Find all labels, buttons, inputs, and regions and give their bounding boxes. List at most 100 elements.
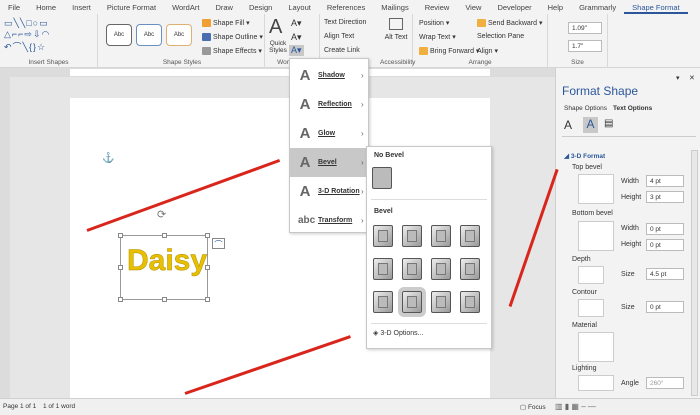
depth-size-input[interactable]: 4.5 pt — [646, 268, 684, 280]
material-dropdown[interactable] — [578, 332, 614, 362]
format-shape-pane: Format Shape ▾ ✕ Shape Options Text Opti… — [555, 68, 700, 398]
tab-layout[interactable]: Layout — [280, 0, 319, 14]
shape-height-input[interactable]: 1.09" — [568, 22, 602, 34]
layout-options-icon[interactable]: ⌒ — [212, 238, 225, 249]
depth-label: Depth — [572, 256, 591, 263]
menu-item-bevel[interactable]: A Bevel › — [290, 148, 369, 177]
tab-design[interactable]: Design — [241, 0, 280, 14]
text-direction-button[interactable]: Text Direction — [324, 19, 366, 26]
bevel-preset[interactable] — [373, 291, 393, 313]
tab-references[interactable]: References — [319, 0, 373, 14]
textbox-icon[interactable]: ▤ — [604, 118, 613, 129]
bottom-height-label: Height — [621, 241, 642, 248]
send-backward-button[interactable]: Send Backward ▾ — [477, 19, 543, 28]
alt-text-button[interactable]: Alt Text — [383, 34, 409, 41]
bevel-preset[interactable] — [431, 258, 451, 280]
shape-fill-button[interactable]: Shape Fill ▾ — [202, 19, 250, 28]
text-outline-button[interactable]: A▾ — [291, 32, 302, 43]
angle-input[interactable]: 260° — [646, 377, 684, 389]
text-fill-outline-icon[interactable]: A — [564, 118, 572, 132]
pane-title: Format Shape — [562, 84, 639, 98]
angle-label: Angle — [621, 380, 639, 387]
focus-button[interactable]: ▢ Focus — [520, 403, 546, 411]
depth-color-dropdown[interactable] — [578, 266, 604, 284]
bevel-preset[interactable] — [460, 225, 480, 247]
shapes-gallery[interactable]: ▭╲╲□○▭ △⌐⌐⇨⇩◠ ↶⌒╲{}☆ — [4, 18, 50, 53]
text-fill-button[interactable]: A▾ — [291, 18, 302, 29]
pane-scrollbar[interactable] — [691, 150, 698, 396]
text-effects-button[interactable]: A▾ — [289, 45, 304, 56]
3d-format-section[interactable]: ◢ 3-D Format — [564, 152, 605, 160]
bottom-bevel-label: Bottom bevel — [572, 210, 613, 217]
no-bevel-option[interactable] — [372, 167, 392, 189]
3d-options-button[interactable]: ◈ 3-D Options... — [373, 329, 424, 337]
contour-size-input[interactable]: 0 pt — [646, 301, 684, 313]
text-effects-icon[interactable]: A — [583, 117, 598, 133]
bevel-preset[interactable] — [460, 291, 480, 313]
tab-picture-format[interactable]: Picture Format — [99, 0, 164, 14]
bevel-preset[interactable] — [402, 258, 422, 280]
menu-item-shadow[interactable]: A Shadow › — [290, 61, 369, 90]
bottom-width-input[interactable]: 0 pt — [646, 223, 684, 235]
menu-item-3d-rotation[interactable]: A 3-D Rotation › — [290, 177, 369, 206]
menu-item-transform[interactable]: abc Transform › — [290, 206, 369, 235]
bottom-height-input[interactable]: 0 pt — [646, 239, 684, 251]
tab-grammarly[interactable]: Grammarly — [571, 0, 624, 14]
wordart-text[interactable]: Daisy — [127, 244, 208, 278]
tab-shape-format[interactable]: Shape Format — [624, 0, 688, 14]
style-preset-2[interactable]: Abc — [136, 24, 162, 46]
tab-file[interactable]: File — [0, 0, 28, 14]
menu-item-glow[interactable]: A Glow › — [290, 119, 369, 148]
tab-home[interactable]: Home — [28, 0, 64, 14]
quick-styles-button[interactable]: Quick Styles — [267, 40, 289, 54]
tab-draw[interactable]: Draw — [207, 0, 241, 14]
align-button[interactable]: Align ▾ — [477, 47, 498, 55]
bevel-preset[interactable] — [431, 225, 451, 247]
wordart-textbox[interactable]: Daisy — [118, 233, 210, 302]
wrap-text-button[interactable]: Wrap Text ▾ — [419, 33, 456, 41]
bevel-preset[interactable] — [402, 225, 422, 247]
top-height-input[interactable]: 3 pt — [646, 191, 684, 203]
tab-insert[interactable]: Insert — [64, 0, 99, 14]
tab-help[interactable]: Help — [540, 0, 571, 14]
tab-wordart[interactable]: WordArt — [164, 0, 207, 14]
size-label: Size — [571, 59, 584, 66]
tab-developer[interactable]: Developer — [489, 0, 539, 14]
vertical-ruler — [0, 77, 10, 398]
tab-shape-options[interactable]: Shape Options — [564, 105, 607, 112]
shape-width-input[interactable]: 1.7" — [568, 40, 602, 52]
close-icon[interactable]: ✕ — [689, 74, 695, 82]
pane-options-icon[interactable]: ▾ — [676, 74, 680, 82]
tab-view[interactable]: View — [457, 0, 489, 14]
tab-mailings[interactable]: Mailings — [373, 0, 417, 14]
create-link-button[interactable]: Create Link — [324, 47, 360, 54]
style-preset-3[interactable]: Abc — [166, 24, 192, 46]
bottom-bevel-dropdown[interactable] — [578, 221, 614, 251]
top-width-input[interactable]: 4 pt — [646, 175, 684, 187]
bevel-preset[interactable] — [373, 225, 393, 247]
view-buttons[interactable]: ▥ ▮ ▦ – — — [555, 402, 596, 411]
page-count[interactable]: Page 1 of 1 — [3, 403, 36, 410]
align-text-button[interactable]: Align Text — [324, 33, 354, 40]
lighting-dropdown[interactable] — [578, 375, 614, 391]
menu-item-reflection[interactable]: A Reflection › — [290, 90, 369, 119]
selection-pane-button[interactable]: Selection Pane — [477, 33, 524, 40]
top-bevel-dropdown[interactable] — [578, 174, 614, 204]
tab-text-options[interactable]: Text Options — [613, 105, 652, 112]
top-height-label: Height — [621, 194, 642, 201]
contour-color-dropdown[interactable] — [578, 299, 604, 317]
rotate-handle-icon[interactable]: ⟳ — [157, 208, 166, 221]
position-button[interactable]: Position ▾ — [419, 19, 449, 27]
shape-outline-button[interactable]: Shape Outline ▾ — [202, 33, 263, 42]
bevel-preset[interactable] — [460, 258, 480, 280]
style-preset-1[interactable]: Abc — [106, 24, 132, 46]
bevel-preset[interactable] — [431, 291, 451, 313]
contour-label: Contour — [572, 289, 597, 296]
bring-forward-icon — [419, 47, 428, 56]
bring-forward-button[interactable]: Bring Forward ▾ — [419, 47, 479, 56]
bevel-preset[interactable] — [398, 287, 426, 317]
tab-review[interactable]: Review — [417, 0, 458, 14]
shape-effects-button[interactable]: Shape Effects ▾ — [202, 47, 262, 56]
word-count[interactable]: 1 of 1 word — [43, 403, 75, 410]
bevel-preset[interactable] — [373, 258, 393, 280]
